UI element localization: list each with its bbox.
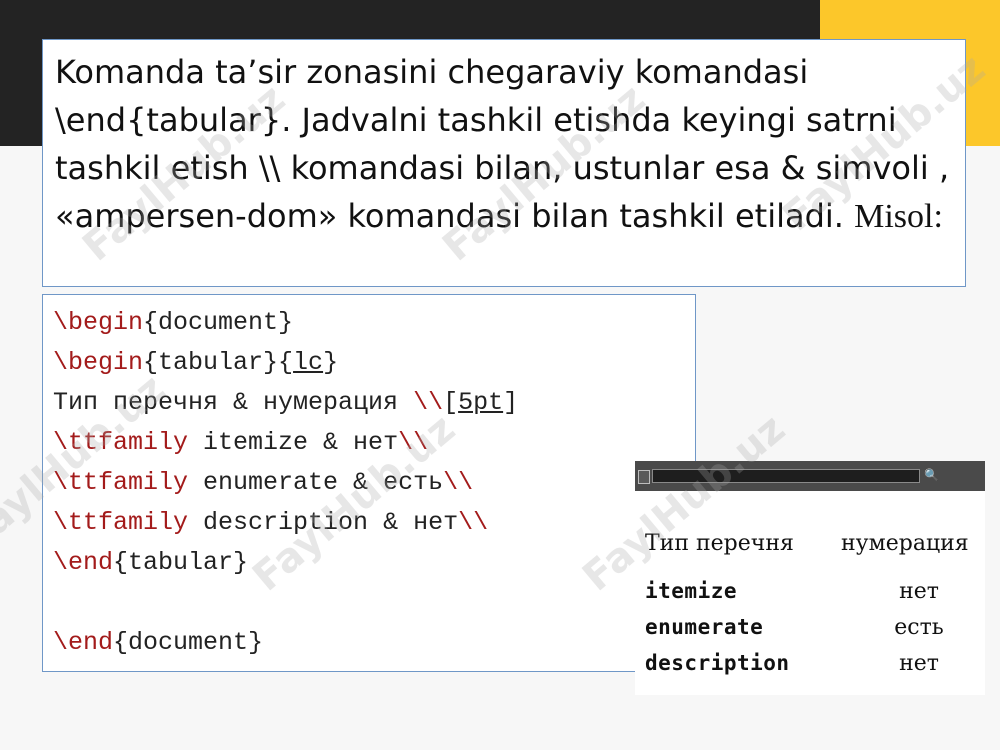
code-line-7: \end{tabular} [53,543,685,583]
table-row: itemize нет [645,579,985,615]
row-name: enumerate [645,615,764,639]
code-command: \ttfamily [53,508,189,537]
code-argument: {document} [113,628,264,657]
table-row: description нет [645,651,985,687]
code-line-6: \ttfamily description & нет\\ [53,503,685,543]
example-label: Misol: [854,198,943,235]
code-text: enumerate & есть [188,468,444,497]
code-line-9: \end{document} [53,623,685,663]
code-command: \begin [53,348,144,377]
code-command: \begin [53,308,144,337]
code-command: \end [53,548,114,577]
description-paragraph: Komanda ta’sir zonasini chegaraviy koman… [55,53,950,235]
row-name: itemize [645,579,738,603]
row-value: нет [899,579,939,604]
code-text: description & нет [188,508,459,537]
code-argument: {tabular} [113,548,249,577]
code-argument: } [323,348,339,377]
header-numbering: нумерация [841,531,969,556]
header-list-type: Тип перечня [645,531,794,556]
pdf-preview-panel: 🔍 Тип перечня нумерация itemize нет enum… [635,461,985,695]
code-line-4: \ttfamily itemize & нет\\ [53,423,685,463]
row-value: нет [899,651,939,676]
code-spacing-value: 5pt [458,388,504,417]
code-line-2: \begin{tabular}{lc} [53,343,685,383]
code-text: itemize & нет [188,428,399,457]
latex-code-box: \begin{document} \begin{tabular}{lc} Тип п… [42,294,696,672]
code-command: \\ [443,468,474,497]
preview-toolbar: 🔍 [635,461,985,491]
code-command: \end [53,628,114,657]
code-argument: {document} [143,308,294,337]
rendered-table: Тип перечня нумерация itemize нет enumer… [645,531,985,687]
code-line-3: Тип перечня & нумерация \\[5pt] [53,383,685,423]
code-argument: ] [503,388,519,417]
code-command: \\ [458,508,489,537]
code-command: \\ [413,388,444,417]
rendered-table-header: Тип перечня нумерация [645,531,985,579]
code-command: \\ [398,428,429,457]
description-text-box: Komanda ta’sir zonasini chegaraviy koman… [42,39,966,287]
code-command: \ttfamily [53,428,189,457]
row-value: есть [894,615,944,640]
code-line-5: \ttfamily enumerate & есть\\ [53,463,685,503]
code-command: \ttfamily [53,468,189,497]
code-argument: {tabular}{ [143,348,294,377]
code-text: Тип перечня & нумерация [53,388,414,417]
code-line-1: \begin{document} [53,303,685,343]
code-argument: [ [443,388,459,417]
search-icon[interactable]: 🔍 [924,466,982,484]
table-row: enumerate есть [645,615,985,651]
toolbar-button[interactable] [638,470,650,484]
row-name: description [645,651,790,675]
code-column-spec: lc [293,348,324,377]
address-field[interactable] [652,469,920,483]
